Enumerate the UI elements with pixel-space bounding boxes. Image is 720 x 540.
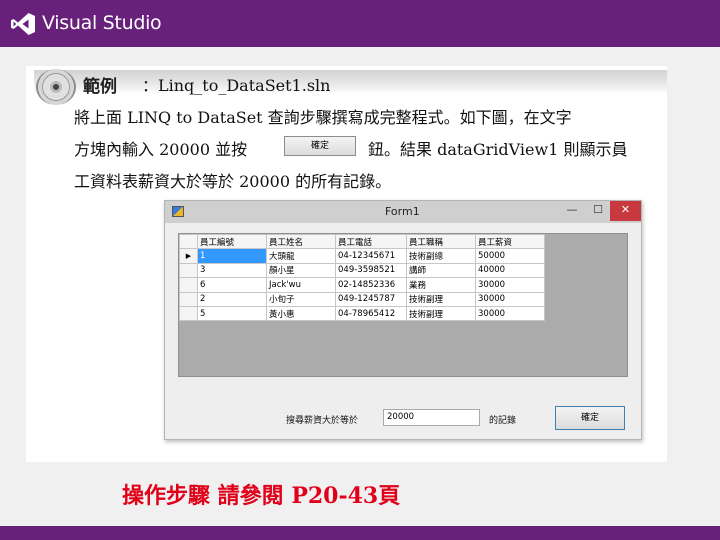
current-row-arrow-icon: ▶: [179, 248, 198, 264]
table-cell[interactable]: 30000: [475, 277, 545, 293]
form1-window: Form1 — ☐ ✕ 員工編號 員工姓名 員工電話 員工職稱 員工薪資 ▶ 1…: [164, 200, 642, 440]
table-cell[interactable]: 04-78965412: [335, 305, 407, 322]
column-header[interactable]: 員工薪資: [475, 234, 545, 250]
salary-threshold-input[interactable]: 20000: [383, 409, 480, 426]
table-cell[interactable]: 黃小惠: [266, 305, 336, 322]
example-tag: 範例: [83, 77, 117, 97]
table-cell[interactable]: 049-3598521: [335, 262, 407, 279]
table-cell[interactable]: 顏小星: [266, 262, 336, 279]
column-header[interactable]: 員工職稱: [406, 234, 476, 250]
table-cell[interactable]: 2: [197, 291, 267, 307]
inline-ok-button-image: 確定: [284, 136, 356, 156]
table-row[interactable]: ▶ 1 大頭龍 04-12345671 技術副總 50000: [179, 248, 545, 264]
table-cell[interactable]: Jack'wu: [266, 277, 336, 293]
filter-label: 搜尋薪資大於等於: [286, 416, 359, 426]
description-line-3: 工資料表薪資大於等於 20000 的所有記錄。: [74, 168, 391, 192]
table-cell[interactable]: 技術副理: [406, 291, 476, 307]
table-row[interactable]: 5 黃小惠 04-78965412 技術副理 30000: [179, 305, 545, 322]
brand-name: Visual Studio: [42, 12, 162, 34]
description-line-2: 方塊內輸入 20000 並按: [74, 136, 247, 160]
description-text: 的所有記錄。: [290, 172, 392, 191]
description-text: 並按: [210, 140, 248, 159]
table-cell[interactable]: 大頭龍: [266, 248, 336, 264]
description-text: 鈕。結果: [368, 140, 438, 159]
visual-studio-header: Visual Studio: [0, 0, 720, 47]
column-header[interactable]: 員工電話: [335, 234, 407, 250]
column-header[interactable]: 員工姓名: [266, 234, 336, 250]
row-header[interactable]: [179, 291, 198, 307]
description-text: 方塊內輸入: [74, 140, 160, 159]
grid-header-row: 員工編號 員工姓名 員工電話 員工職稱 員工薪資: [179, 234, 545, 250]
row-header[interactable]: [179, 305, 198, 322]
row-header[interactable]: [179, 277, 198, 293]
description-text: 將上面: [74, 108, 128, 127]
table-row[interactable]: 3 顏小星 049-3598521 講師 40000: [179, 262, 545, 279]
table-cell[interactable]: 40000: [475, 262, 545, 279]
column-header[interactable]: 員工編號: [197, 234, 267, 250]
ok-button[interactable]: 確定: [555, 406, 625, 430]
description-text: 工資料表薪資大於等於: [74, 172, 240, 191]
filter-suffix-label: 的記錄: [489, 416, 517, 426]
table-cell[interactable]: 04-12345671: [335, 248, 407, 264]
table-cell[interactable]: 049-1245787: [335, 291, 407, 307]
steps-reference-note: 操作步驟 請參閱 P20-43頁: [122, 483, 401, 509]
description-text: dataGridView1: [437, 140, 559, 159]
table-cell[interactable]: 3: [197, 262, 267, 279]
example-header: 範例 ：Linq_to_DataSet1.sln: [34, 69, 667, 105]
example-filename: ：Linq_to_DataSet1.sln: [142, 76, 331, 95]
description-line-2b: 鈕。結果 dataGridView1 則顯示員: [368, 136, 627, 160]
description-text: 20000: [239, 172, 290, 191]
window-title: Form1: [385, 205, 420, 218]
row-header-corner: [179, 234, 198, 250]
maximize-icon[interactable]: ☐: [585, 201, 611, 221]
minimize-icon[interactable]: —: [559, 201, 585, 221]
description-text: 則顯示員: [558, 140, 628, 159]
description-text: 查詢步驟撰寫成完整程式。如下圖，在文字: [262, 108, 572, 127]
row-header[interactable]: [179, 262, 198, 279]
table-cell[interactable]: 小旬子: [266, 291, 336, 307]
table-cell[interactable]: 6: [197, 277, 267, 293]
close-icon[interactable]: ✕: [610, 201, 641, 221]
table-row[interactable]: 2 小旬子 049-1245787 技術副理 30000: [179, 291, 545, 307]
table-cell[interactable]: 50000: [475, 248, 545, 264]
table-cell[interactable]: 1: [197, 248, 267, 264]
footer-bar: [0, 526, 720, 540]
form-app-icon: [172, 206, 184, 217]
slide-content: 範例 ：Linq_to_DataSet1.sln 將上面 LINQ to Dat…: [26, 66, 667, 462]
table-cell[interactable]: 業務: [406, 277, 476, 293]
visual-studio-logo-icon: [11, 13, 35, 35]
table-cell[interactable]: 技術副總: [406, 248, 476, 264]
table-row[interactable]: 6 Jack'wu 02-14852336 業務 30000: [179, 277, 545, 293]
table-cell[interactable]: 30000: [475, 305, 545, 322]
table-cell[interactable]: 02-14852336: [335, 277, 407, 293]
description-text: 20000: [159, 140, 210, 159]
description-text: LINQ to DataSet: [127, 108, 263, 127]
window-titlebar[interactable]: Form1 — ☐ ✕: [165, 201, 641, 223]
table-cell[interactable]: 5: [197, 305, 267, 322]
table-cell[interactable]: 30000: [475, 291, 545, 307]
table-cell[interactable]: 講師: [406, 262, 476, 279]
data-grid-view[interactable]: 員工編號 員工姓名 員工電話 員工職稱 員工薪資 ▶ 1 大頭龍 04-1234…: [178, 233, 628, 377]
table-cell[interactable]: 技術副理: [406, 305, 476, 322]
description-line-1: 將上面 LINQ to DataSet 查詢步驟撰寫成完整程式。如下圖，在文字: [74, 104, 572, 128]
disc-icon: [36, 69, 76, 105]
